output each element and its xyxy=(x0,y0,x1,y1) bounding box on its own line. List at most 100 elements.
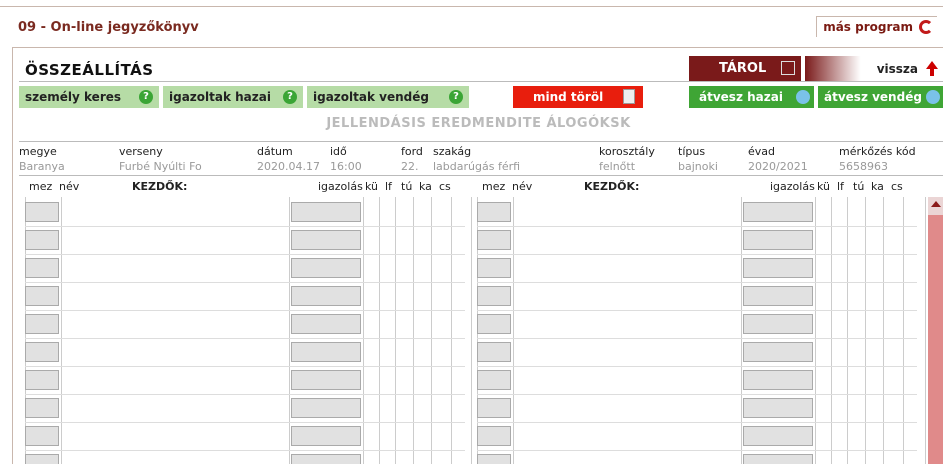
home-col-igazolas: igazolás xyxy=(318,180,363,193)
home-shirt-number-field[interactable] xyxy=(25,258,59,278)
person-search-label: személy keres xyxy=(25,90,122,104)
table-row-divider xyxy=(25,338,465,339)
guest-shirt-number-field[interactable] xyxy=(477,370,511,390)
grid-column-line xyxy=(413,197,414,464)
guest-shirt-number-field[interactable] xyxy=(477,398,511,418)
info-round: 22. xyxy=(401,160,419,173)
guest-license-field[interactable] xyxy=(743,230,813,250)
save-disk-icon xyxy=(781,61,795,75)
table-row-divider xyxy=(25,422,465,423)
top-divider xyxy=(0,6,943,7)
home-shirt-number-field[interactable] xyxy=(25,230,59,250)
guest-col-ka: ka xyxy=(871,180,884,193)
home-col-mez: mez xyxy=(29,180,53,193)
guest-verified-button[interactable]: igazoltak vendég ? xyxy=(307,86,469,108)
question-icon: ? xyxy=(139,90,153,104)
home-license-field[interactable] xyxy=(291,202,361,222)
guest-license-field[interactable] xyxy=(743,314,813,334)
table-row-divider xyxy=(25,394,465,395)
info-header-competition: verseny xyxy=(119,145,163,158)
store-button[interactable]: TÁROL xyxy=(689,56,801,81)
home-col-tu: tú xyxy=(401,180,413,193)
question-icon: ? xyxy=(449,90,463,104)
info-header-match-code: mérkőzés kód xyxy=(839,145,916,158)
grid-column-line xyxy=(741,197,742,464)
guest-license-field[interactable] xyxy=(743,370,813,390)
table-row-divider xyxy=(477,366,917,367)
scrollbar[interactable] xyxy=(928,197,943,464)
home-col-ku: kü xyxy=(365,180,379,193)
guest-license-field[interactable] xyxy=(743,398,813,418)
home-license-field[interactable] xyxy=(291,370,361,390)
table-row-divider xyxy=(477,226,917,227)
table-row-divider xyxy=(477,254,917,255)
guest-col-ku: kü xyxy=(817,180,831,193)
info-branch: labdarúgás férfi xyxy=(433,160,521,173)
title-divider xyxy=(19,81,943,82)
home-shirt-number-field[interactable] xyxy=(25,314,59,334)
guest-shirt-number-field[interactable] xyxy=(477,342,511,362)
info-bottom-divider xyxy=(19,175,943,176)
lineup-panel: ÖSSZEÁLLÍTÁS TÁROL vissza személy keres … xyxy=(12,47,943,464)
guest-col-name: név xyxy=(512,180,533,193)
home-verified-button[interactable]: igazoltak hazai ? xyxy=(163,86,303,108)
home-license-field[interactable] xyxy=(291,426,361,446)
guest-shirt-number-field[interactable] xyxy=(477,426,511,446)
delete-all-label: mind töröl xyxy=(533,90,604,104)
guest-shirt-number-field[interactable] xyxy=(477,230,511,250)
grid-column-line xyxy=(61,197,62,464)
guest-license-field[interactable] xyxy=(743,342,813,362)
take-home-button[interactable]: átvesz hazai xyxy=(689,86,814,108)
home-starters-label: KEZDŐK: xyxy=(132,180,188,193)
home-license-field[interactable] xyxy=(291,286,361,306)
guest-shirt-number-field[interactable] xyxy=(477,314,511,334)
home-col-lf: lf xyxy=(385,180,392,193)
guest-license-field[interactable] xyxy=(743,286,813,306)
table-row-divider xyxy=(25,226,465,227)
grid-column-line xyxy=(513,197,514,464)
info-top-divider xyxy=(19,141,943,142)
grid-column-line xyxy=(903,197,904,464)
home-shirt-number-field[interactable] xyxy=(25,342,59,362)
other-program-label: más program xyxy=(823,20,913,34)
guest-shirt-number-field[interactable] xyxy=(477,286,511,306)
info-header-season: évad xyxy=(748,145,776,158)
info-type: bajnoki xyxy=(678,160,718,173)
swap-icon xyxy=(926,90,940,104)
grid-column-line xyxy=(865,197,866,464)
home-shirt-number-field[interactable] xyxy=(25,398,59,418)
delete-all-button[interactable]: mind töröl xyxy=(513,86,643,108)
home-col-cs: cs xyxy=(439,180,451,193)
home-license-field[interactable] xyxy=(291,314,361,334)
other-program-button[interactable]: más program xyxy=(816,16,937,37)
home-license-field[interactable] xyxy=(291,342,361,362)
scroll-up-icon[interactable] xyxy=(931,201,941,207)
take-guest-button[interactable]: átvesz vendég xyxy=(818,86,943,108)
guest-license-field[interactable] xyxy=(743,426,813,446)
grid-column-line xyxy=(883,197,884,464)
home-shirt-number-field[interactable] xyxy=(25,426,59,446)
guest-license-field[interactable] xyxy=(743,258,813,278)
home-shirt-number-field[interactable] xyxy=(25,286,59,306)
question-icon: ? xyxy=(283,90,297,104)
info-header-type: típus xyxy=(678,145,706,158)
section-title: ÖSSZEÁLLÍTÁS xyxy=(25,61,154,79)
info-header-county: megye xyxy=(19,145,57,158)
person-search-button[interactable]: személy keres ? xyxy=(19,86,159,108)
home-license-field[interactable] xyxy=(291,398,361,418)
trash-icon xyxy=(623,89,635,104)
home-shirt-number-field[interactable] xyxy=(25,202,59,222)
guest-shirt-number-field[interactable] xyxy=(477,202,511,222)
home-license-field[interactable] xyxy=(291,258,361,278)
grid-column-line xyxy=(395,197,396,464)
back-button[interactable]: vissza xyxy=(805,56,943,81)
home-license-field[interactable] xyxy=(291,230,361,250)
scroll-thumb[interactable] xyxy=(928,215,943,464)
table-row-divider xyxy=(25,310,465,311)
guest-shirt-number-field[interactable] xyxy=(477,258,511,278)
table-row-divider xyxy=(25,254,465,255)
swap-icon xyxy=(796,90,810,104)
home-shirt-number-field[interactable] xyxy=(25,370,59,390)
guest-license-field[interactable] xyxy=(743,202,813,222)
info-date: 2020.04.17 xyxy=(257,160,320,173)
